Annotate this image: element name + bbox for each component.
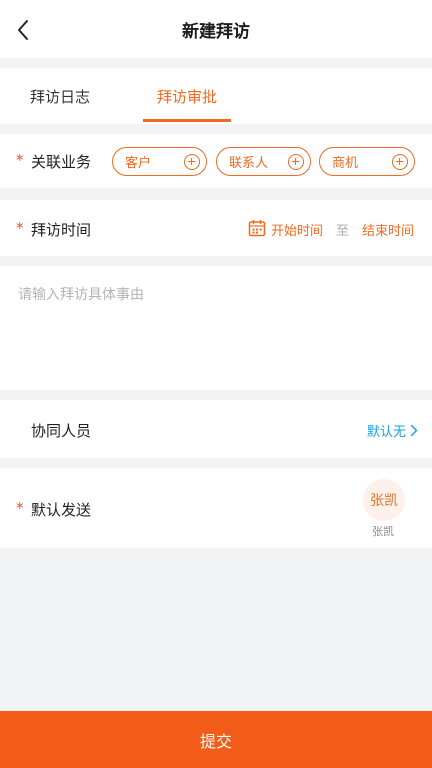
add-customer-button[interactable]: 客户 [112,147,207,176]
required-mark: * [16,499,24,517]
recipient-name: 张凯 [372,525,394,538]
plus-circle-icon [392,153,408,170]
active-tab-indicator [143,119,231,122]
plus-circle-icon [184,153,200,170]
description-section [0,266,432,390]
chevron-left-icon[interactable] [12,19,34,41]
visit-reason-input[interactable] [18,284,414,374]
plus-circle-icon [288,153,304,170]
related-business-row: * 关联业务 客户 联系人 商机 [0,134,432,188]
colleagues-row[interactable]: 协同人员 默认无 [0,400,432,458]
add-contact-button[interactable]: 联系人 [216,147,311,176]
visit-time-row: * 拜访时间 开始时间 至 结束时间 [0,200,432,256]
colleagues-selector[interactable]: 默认无 [367,421,418,440]
start-time-picker[interactable]: 开始时间 [271,220,323,239]
time-separator: 至 [336,224,350,239]
required-mark: * [16,151,24,169]
colleagues-value: 默认无 [366,425,406,440]
avatar[interactable]: 张凯 [363,479,405,521]
colleagues-label: 协同人员 [31,422,92,440]
contact-chip-label: 联系人 [229,156,269,171]
required-mark: * [16,219,24,237]
page-title: 新建拜访 [182,21,250,42]
opportunity-chip-label: 商机 [332,156,359,171]
calendar-icon[interactable] [248,219,266,237]
tab-visit-log[interactable]: 拜访日志 [30,68,90,124]
customer-chip-label: 客户 [125,156,152,171]
visit-time-label: 拜访时间 [31,221,92,239]
add-opportunity-button[interactable]: 商机 [319,147,415,176]
end-time-picker[interactable]: 结束时间 [362,220,414,239]
submit-button[interactable]: 提交 [0,711,432,768]
app-header: 新建拜访 [0,0,432,58]
default-send-label: 默认发送 [31,501,92,519]
tab-bar: 拜访日志 拜访审批 [0,68,432,124]
tab-visit-approval[interactable]: 拜访审批 [157,68,217,124]
default-send-row: * 默认发送 张凯 张凯 [0,468,432,548]
related-business-label: 关联业务 [31,153,92,171]
chevron-right-icon [410,424,418,437]
